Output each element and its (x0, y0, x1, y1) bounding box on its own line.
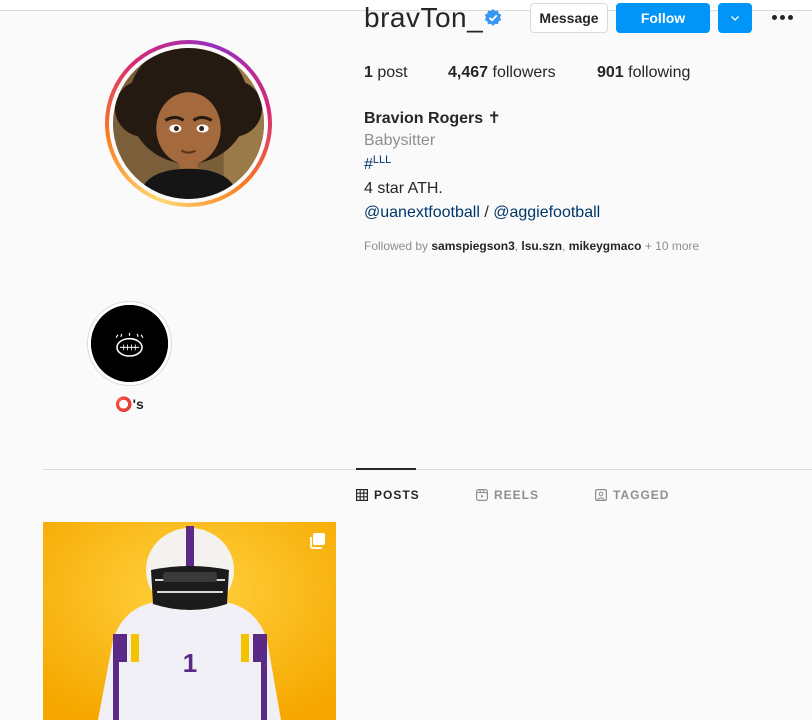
svg-text:1: 1 (183, 648, 197, 678)
tab-tagged[interactable]: TAGGED (595, 488, 669, 502)
avatar-image (113, 48, 264, 199)
profile-full-name: Bravion Rogers ✝ (364, 110, 501, 127)
message-button[interactable]: Message (530, 3, 608, 33)
post-thumbnail[interactable]: 1 (43, 522, 336, 720)
followers-count[interactable]: 4,467 followers (448, 64, 597, 82)
mention-link-uanextfootball[interactable]: @uanextfootball (364, 204, 480, 221)
grid-icon (356, 489, 368, 501)
more-options-icon[interactable] (769, 8, 795, 26)
follower-name[interactable]: lsu.szn (521, 239, 562, 253)
chevron-down-icon (731, 16, 739, 21)
follower-name[interactable]: mikeygmaco (569, 239, 642, 253)
bio-mentions: @uanextfootball / @aggiefootball (364, 204, 601, 221)
profile-stats: 1 post 4,467 followers 901 following (364, 64, 690, 82)
active-tab-indicator (356, 468, 416, 470)
profile-avatar[interactable] (105, 40, 272, 207)
post-image: 1 (43, 522, 336, 720)
suggested-accounts-button[interactable] (718, 3, 752, 33)
tagged-icon (595, 489, 607, 501)
followed-by[interactable]: Followed by samspiegson3, lsu.szn, mikey… (364, 239, 699, 253)
following-count[interactable]: 901 following (597, 64, 690, 82)
posts-count[interactable]: 1 post (364, 64, 448, 82)
carousel-icon (310, 533, 325, 549)
highlight-label: ⭕'s (115, 396, 144, 412)
reels-icon (476, 489, 488, 501)
tab-posts[interactable]: POSTS (356, 488, 420, 502)
highlight-image (91, 305, 168, 382)
bio-hashtag-link[interactable]: #LLL (364, 154, 391, 174)
profile-username: bravTon_ (364, 2, 484, 33)
tabs-divider (43, 469, 812, 470)
story-highlight[interactable] (87, 301, 172, 386)
profile-bio: 4 star ATH. (364, 180, 443, 197)
mention-link-aggiefootball[interactable]: @aggiefootball (493, 204, 600, 221)
follow-button[interactable]: Follow (616, 3, 710, 33)
tab-reels[interactable]: REELS (476, 488, 539, 502)
profile-category: Babysitter (364, 132, 436, 149)
verified-badge-icon (484, 9, 502, 26)
follower-name[interactable]: samspiegson3 (431, 239, 514, 253)
